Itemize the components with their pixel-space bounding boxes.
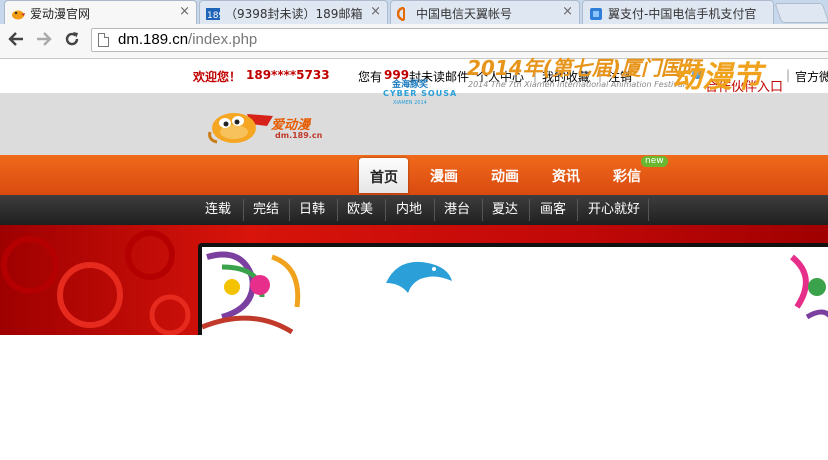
welcome-text: 欢迎您！ — [193, 70, 242, 84]
new-badge: new — [641, 156, 668, 167]
subnav-divider — [648, 199, 649, 221]
page-blank-area — [0, 335, 828, 460]
subnav-item-europe-america[interactable]: 欧美 — [347, 195, 373, 225]
forward-icon[interactable] — [35, 30, 53, 53]
main-nav: 首页 漫画 动画 资讯 彩信 new — [0, 155, 828, 195]
subnav-divider — [289, 199, 290, 221]
duck-favicon-icon — [12, 10, 25, 20]
189-favicon-icon: 189 — [206, 8, 220, 21]
mail-prefix: 您有 — [358, 70, 383, 84]
subnav-divider — [385, 199, 386, 221]
browser-tab[interactable]: 爱动漫官网 × — [4, 0, 197, 24]
nav-item-mms[interactable]: 彩信 — [613, 166, 641, 186]
swirl-pattern-left-icon — [202, 251, 301, 335]
close-icon[interactable]: × — [179, 4, 190, 19]
red-pattern-icon — [1, 230, 191, 335]
subnav-divider — [434, 199, 435, 221]
subnav-item-japan-korea[interactable]: 日韩 — [299, 195, 325, 225]
subnav-divider — [482, 199, 483, 221]
reload-icon[interactable] — [63, 30, 81, 53]
svg-text:189: 189 — [207, 11, 220, 21]
subnav-item-huake[interactable]: 画客 — [540, 195, 566, 225]
site-logo[interactable]: 爱动漫 dm.189.cn — [207, 104, 322, 148]
page-icon — [98, 33, 109, 47]
new-tab-button[interactable] — [774, 3, 828, 23]
browser-tab[interactable]: 189 （9398封未读）189邮箱 × — [199, 0, 388, 24]
nav-item-animation[interactable]: 动画 — [491, 166, 519, 186]
nav-item-home[interactable]: 首页 — [359, 158, 408, 193]
official-weibo-link[interactable]: 官方微 — [795, 68, 828, 85]
close-icon[interactable]: × — [562, 4, 573, 19]
nav-item-comics[interactable]: 漫画 — [430, 166, 458, 186]
swirl-pattern-right-icon — [790, 254, 828, 320]
festival-subtitle: 2014 The 7th Xiamen International Animat… — [468, 80, 686, 89]
subnav-item-happy[interactable]: 开心就好 — [588, 195, 640, 225]
subnav-divider — [577, 199, 578, 221]
nav-home-label: 首页 — [370, 170, 398, 186]
subnav-item-hk-taiwan[interactable]: 港台 — [444, 195, 470, 225]
bestpay-favicon-icon — [590, 8, 602, 20]
user-phone[interactable]: 189****5733 — [246, 68, 330, 82]
subnav-item-serial[interactable]: 连载 — [205, 195, 231, 225]
subnav-item-mainland[interactable]: 内地 — [396, 195, 422, 225]
banner-content — [202, 247, 828, 337]
url-host: dm.189.cn — [118, 31, 189, 48]
tab-title: （9398封未读）189邮箱 — [225, 7, 363, 21]
close-icon[interactable]: × — [370, 4, 381, 19]
back-icon[interactable] — [7, 30, 25, 53]
subnav-divider — [529, 199, 530, 221]
browser-tab[interactable]: 中国电信天翼帐号 × — [390, 0, 580, 24]
subnav-item-xiada[interactable]: 夏达 — [492, 195, 518, 225]
subnav-divider — [243, 199, 244, 221]
tab-title: 爱动漫官网 — [30, 7, 91, 21]
separator: | — [786, 68, 791, 82]
award-small-text: XIAMEN 2014 — [393, 100, 427, 106]
dolphin-logo-icon — [386, 261, 452, 293]
address-bar[interactable]: dm.189.cn/index.php — [91, 28, 828, 52]
browser-tab-strip: 爱动漫官网 × 189 （9398封未读）189邮箱 × 中国电信天翼帐号 × 翼… — [0, 0, 828, 24]
festival-title: 2014年(第七届)厦门国际 — [467, 56, 701, 80]
logo-domain-text: dm.189.cn — [275, 131, 323, 140]
duck-mascot-icon — [208, 113, 273, 144]
subnav-item-completed[interactable]: 完结 — [253, 195, 279, 225]
browser-tab[interactable]: 翼支付-中国电信手机支付官 — [582, 0, 774, 24]
url-path: /index.php — [188, 31, 258, 48]
tab-title: 中国电信天翼帐号 — [416, 7, 513, 21]
tab-title: 翼支付-中国电信手机支付官 — [608, 7, 757, 21]
award-en-text: CYBER SOUSA — [383, 89, 458, 98]
festival-highlight: 动漫节 — [672, 60, 762, 95]
nav-item-news[interactable]: 资讯 — [552, 166, 580, 186]
sub-nav: 连载 完结 日韩 欧美 内地 港台 夏达 画客 开心就好 — [0, 195, 828, 225]
telecom-favicon-icon — [397, 7, 405, 21]
subnav-divider — [337, 199, 338, 221]
